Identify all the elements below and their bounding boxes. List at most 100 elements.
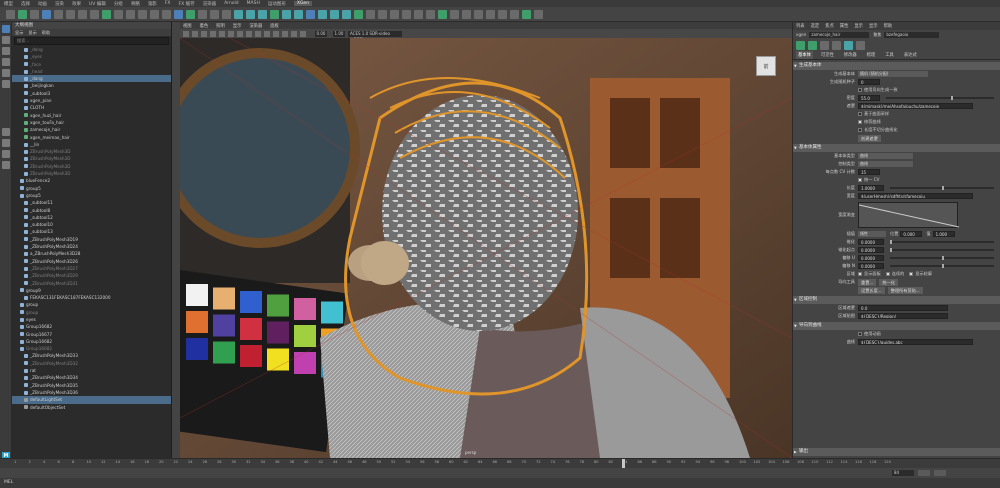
vp-menu-view[interactable]: 视图 [183,23,192,29]
image-plane-icon[interactable] [201,30,207,37]
shelf-copy-icon[interactable] [366,9,375,19]
outliner-row[interactable]: __lin [12,141,171,148]
opt1-checkbox[interactable] [858,112,862,116]
clear-icon[interactable] [856,40,865,50]
move-tool-icon[interactable] [2,58,10,66]
outliner-row[interactable]: _ZBrushPolyMesh3D36 [12,389,171,396]
clean-all-button[interactable]: 整理所有剪贴... [887,286,923,294]
shelf-move-icon[interactable] [330,9,339,19]
outliner-row[interactable]: ZBrushPolyMesh3D [12,170,171,177]
section-generator[interactable]: 生成基本体 [793,62,1000,70]
shelf-grab-icon[interactable] [306,9,315,19]
outliner-row[interactable]: zamecoje_hair [12,126,171,133]
shelf-cache-icon[interactable] [426,9,435,19]
outliner-row[interactable]: _ZBrushPolyMesh3D26 [12,258,171,265]
resolution-gate-icon[interactable] [228,30,234,37]
outliner-row[interactable]: blueFence2 [12,177,171,184]
vp-menu-show[interactable]: 显示 [233,23,242,29]
vp-menu-panels[interactable]: 面板 [270,23,279,29]
outliner-row[interactable]: FEKASC131FEKASC187FEKASC132000 [12,294,171,301]
ae-menu-help[interactable]: 帮助 [884,23,893,29]
vp-menu-shading[interactable]: 着色 [200,23,209,29]
outliner-row[interactable]: Group16682 [12,345,171,352]
menu-item-15[interactable]: XGen [293,1,313,6]
scale-tool-icon[interactable] [2,80,10,88]
density-slider-knob[interactable] [950,96,953,100]
outliner-row[interactable]: xgen_meimao_hair [12,134,171,141]
layout-outliner-icon[interactable] [2,161,10,169]
refresh-icon[interactable] [832,40,841,50]
outliner-row[interactable]: _ZBrushPolyMesh3D35 [12,382,171,389]
prim-type-select[interactable]: 曲线 [858,153,913,159]
outliner-row[interactable]: rat [12,367,171,374]
wireframe-icon[interactable] [237,30,243,37]
outliner-row[interactable]: ZBrushPolyMesh3D [12,155,171,162]
shelf-sculpt-icon[interactable] [114,9,123,19]
exposure-field[interactable]: 0.00 [315,30,327,37]
outliner-row[interactable]: Group16682 [12,323,171,330]
shelf-paste-icon[interactable] [378,9,387,19]
play-forward-button[interactable] [934,470,946,476]
shelf-length-icon[interactable] [258,9,267,19]
create-mask-button[interactable]: 创建遮罩 [858,134,881,142]
focus-field[interactable]: bzefegaoio [884,31,940,38]
taper-start-slider-knob[interactable] [890,248,892,252]
outliner-row[interactable]: _ZBrushPolyMesh3D31 [12,280,171,287]
film-gate-icon[interactable] [219,30,225,37]
tab-utilities[interactable]: 工具 [883,51,896,59]
outliner-row[interactable]: group5 [12,192,171,199]
length-field[interactable]: 1.0000 [858,185,884,191]
shelf-spray-icon[interactable] [318,9,327,19]
interp-select[interactable]: 线性 [858,231,886,237]
shelf-redo-icon[interactable] [414,9,423,19]
offset-u-slider-knob[interactable] [942,256,944,260]
menu-item-11[interactable]: 渲染器 [203,1,217,7]
menu-item-10[interactable]: FX 缓存 [178,1,194,7]
shelf-rotate-icon[interactable] [342,9,351,19]
layout-single-icon[interactable] [2,128,10,136]
rotate-tool-icon[interactable] [2,69,10,77]
time-slider[interactable]: 1 2 4 6 8 10 12 14 16 18 20 22 24 26 28 30 32 34 36 38 40 42 4… [0,458,1000,468]
shelf-brush-icon[interactable] [198,9,207,19]
outliner-row[interactable]: _subtool3 [12,90,171,97]
isolate-icon[interactable] [300,30,306,37]
shelf-extra-icon[interactable] [534,9,543,19]
guides-unify-button[interactable]: 统一化 [879,278,898,286]
taper-s-slider[interactable] [890,240,994,244]
paint-tool-icon[interactable] [2,47,10,55]
shelf-noise-icon[interactable] [150,9,159,19]
density-field[interactable]: 55.0 [858,95,880,101]
section-primitive-attrs[interactable]: 基本体属性 [793,144,1000,152]
outliner-row[interactable]: Group16677 [12,331,171,338]
offset-n-field[interactable]: 0.0000 [858,263,884,269]
outliner-row[interactable]: _subtool10 [12,221,171,228]
menu-item-4[interactable]: 效果 [72,1,81,7]
guide-anim-checkbox[interactable] [858,332,862,336]
region-cb3[interactable] [909,272,914,276]
cmd-lang-label[interactable]: MEL [4,480,13,485]
play-back-button[interactable] [918,470,930,476]
command-line[interactable]: MEL [0,478,1000,488]
ae-menu-focus[interactable]: 焦点 [825,23,834,29]
outliner-row[interactable]: _head [12,68,171,75]
set-length-button[interactable]: 设置长度... [858,286,885,294]
ae-menu-selected[interactable]: 选定 [811,23,820,29]
outliner-row[interactable]: xgen_huzi_hair [12,112,171,119]
viewcube[interactable]: 前 [756,56,776,76]
ae-menu-list[interactable]: 列表 [796,23,805,29]
taper-s-field[interactable]: 0.0000 [858,239,884,245]
menu-item-12[interactable]: Arnold [224,1,239,6]
bookmark-icon[interactable] [192,30,198,37]
menu-item-9[interactable]: FX [165,1,171,6]
node-name-field[interactable]: zamecoje_hair [809,31,870,38]
offset-n-slider[interactable] [890,264,994,268]
shelf-help-icon[interactable] [522,9,531,19]
grid-icon[interactable] [210,30,216,37]
length-slider[interactable] [890,186,994,190]
guides-icon[interactable] [844,40,853,50]
layout-two-icon[interactable] [2,150,10,158]
outliner-menu-show[interactable]: 显示 [28,29,36,36]
width-map-field[interactable]: $(userHmesh)/sdfhts/sfamecoju [858,193,973,199]
shelf-stats-icon[interactable] [474,9,483,19]
viewport-panel[interactable]: 前 persp [180,38,792,458]
